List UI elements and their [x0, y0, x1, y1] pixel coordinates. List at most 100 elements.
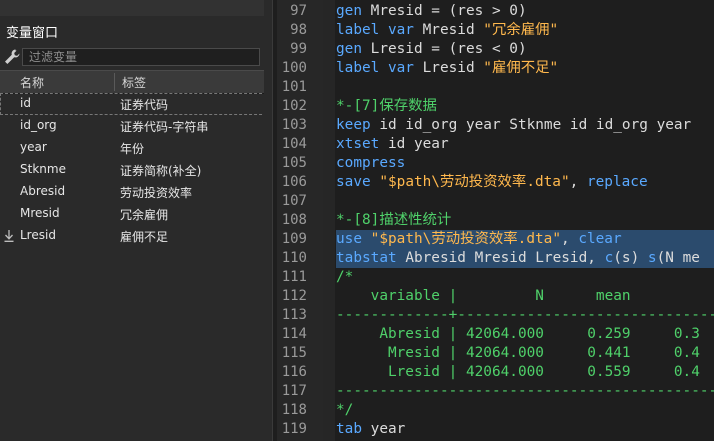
- code-line[interactable]: /*: [336, 268, 714, 287]
- variable-label: 证券代码-字符串: [120, 120, 209, 134]
- line-number: 115: [281, 345, 307, 361]
- code-token: "$path\劳动投资效率.dta": [370, 231, 561, 247]
- code-token: /*: [336, 269, 354, 285]
- code-line[interactable]: */: [336, 401, 714, 420]
- code-area[interactable]: gen Mresid = (res > 0) label var Mresid "…: [336, 0, 714, 441]
- code-line[interactable]: ----------------------------------------…: [336, 382, 714, 401]
- code-line[interactable]: -------------+--------------------------…: [336, 306, 714, 325]
- code-token: s: [647, 250, 657, 266]
- code-line[interactable]: use "$path\劳动投资效率.dta", clear: [336, 230, 714, 249]
- line-number: 118: [281, 402, 307, 418]
- code-line[interactable]: label var Mresid "冗余雇佣": [336, 21, 714, 40]
- code-token: Abresid Mresid Lresid,: [396, 250, 605, 266]
- code-line[interactable]: *-[7]保存数据: [336, 97, 714, 116]
- code-token: "冗余雇佣": [483, 22, 559, 38]
- variable-row[interactable]: Lresid 雇佣不足: [0, 225, 272, 247]
- variable-label: 劳动投资效率: [120, 186, 193, 200]
- code-token: keep: [336, 117, 371, 133]
- code-line[interactable]: gen Lresid = (res < 0): [336, 40, 714, 59]
- code-line[interactable]: *-[8]描述性统计: [336, 211, 714, 230]
- code-line[interactable]: gen Mresid = (res > 0): [336, 2, 714, 21]
- code-line[interactable]: Abresid | 42064.000 0.259 0.3: [336, 325, 714, 344]
- code-token: gen: [336, 3, 362, 19]
- code-token: label var: [336, 22, 414, 38]
- code-line[interactable]: save "$path\劳动投资效率.dta", replace: [336, 173, 714, 192]
- code-token: label var: [336, 60, 414, 76]
- code-line[interactable]: Lresid | 42064.000 0.559 0.4: [336, 363, 714, 382]
- code-line[interactable]: compress: [336, 154, 714, 173]
- line-number-gutter: 97 98 99 100 101 102 103 104 105 106 107 108 109 110 1…: [277, 0, 324, 441]
- code-token: Mresid: [413, 22, 484, 38]
- column-separator[interactable]: [114, 73, 115, 91]
- code-token: Lresid | 42064.000 0.559 0.4: [336, 364, 700, 380]
- code-token: ----------------------------------------…: [336, 383, 714, 399]
- variable-name: id: [20, 96, 31, 110]
- code-line[interactable]: [336, 192, 714, 211]
- code-token: Lresid: [413, 60, 484, 76]
- code-line[interactable]: variable | N mean: [336, 287, 714, 306]
- variable-row[interactable]: id 证券代码: [0, 93, 272, 115]
- wrench-icon[interactable]: [3, 48, 21, 66]
- line-number: 102: [281, 98, 307, 114]
- code-line[interactable]: tabstat Abresid Mresid Lresid, c(s) s(N …: [336, 249, 714, 268]
- code-line[interactable]: xtset id year: [336, 135, 714, 154]
- code-token: save: [336, 174, 371, 190]
- code-token: clear: [578, 231, 622, 247]
- panel-scrollbar[interactable]: [264, 0, 272, 441]
- code-token: (N me: [656, 250, 700, 266]
- variable-row[interactable]: Mresid 冗余雇佣: [0, 203, 272, 225]
- code-line[interactable]: Mresid | 42064.000 0.441 0.4: [336, 344, 714, 363]
- code-token: ,: [569, 174, 587, 190]
- code-token: Lresid = (res < 0): [362, 41, 527, 57]
- column-header-name[interactable]: 名称: [20, 74, 44, 91]
- fold-margin: [323, 0, 335, 441]
- code-token: compress: [336, 155, 406, 171]
- line-number: 119: [281, 421, 307, 437]
- filter-variables-input[interactable]: [22, 48, 260, 66]
- code-token: Abresid | 42064.000 0.259 0.3: [336, 326, 700, 342]
- do-file-editor[interactable]: 97 98 99 100 101 102 103 104 105 106 107 108 109 110 1…: [277, 0, 714, 441]
- variable-row[interactable]: Stknme 证券简称(补全): [0, 159, 272, 181]
- code-line[interactable]: [336, 78, 714, 97]
- line-number: 113: [281, 307, 307, 323]
- line-number: 99: [290, 41, 307, 57]
- code-token: gen: [336, 41, 362, 57]
- variable-row[interactable]: Abresid 劳动投资效率: [0, 181, 272, 203]
- code-line[interactable]: keep id id_org year Stknme id id_org yea…: [336, 116, 714, 135]
- variable-name: Lresid: [20, 228, 56, 242]
- line-number: 107: [281, 193, 307, 209]
- line-number: 100: [281, 60, 307, 76]
- code-token: year: [362, 421, 406, 437]
- variables-list: id 证券代码 id_org 证券代码-字符串 year 年份 Stknme 证…: [0, 93, 272, 247]
- variable-row[interactable]: year 年份: [0, 137, 272, 159]
- line-number: 97: [290, 3, 307, 19]
- code-token: -------------+--------------------------…: [336, 307, 714, 323]
- panel-top-strip: [0, 0, 272, 16]
- filter-row: [0, 44, 272, 70]
- column-header-label[interactable]: 标签: [122, 74, 146, 91]
- variable-label: 证券代码: [120, 98, 169, 112]
- line-number: 116: [281, 364, 307, 380]
- code-line[interactable]: tab year: [336, 420, 714, 439]
- line-number: 111: [281, 269, 307, 285]
- code-token: *-[7]保存数据: [336, 98, 437, 114]
- variable-row[interactable]: id_org 证券代码-字符串: [0, 115, 272, 137]
- variable-name: Mresid: [20, 206, 60, 220]
- code-token: use: [336, 231, 362, 247]
- line-number: 103: [281, 117, 307, 133]
- line-number: 108: [281, 212, 307, 228]
- code-token: replace: [586, 174, 648, 190]
- line-number: 109: [281, 231, 307, 247]
- code-token: "$path\劳动投资效率.dta": [379, 174, 570, 190]
- variable-label: 雇佣不足: [120, 230, 169, 244]
- code-line[interactable]: label var Lresid "雇佣不足": [336, 59, 714, 78]
- code-token: tab: [336, 421, 362, 437]
- line-number: 114: [281, 326, 307, 342]
- variables-table-header: 名称 标签: [0, 70, 272, 94]
- line-number: 117: [281, 383, 307, 399]
- code-token: tabstat: [336, 250, 397, 266]
- line-number: 101: [281, 79, 307, 95]
- variable-name: Stknme: [20, 162, 66, 176]
- variable-label: 冗余雇佣: [120, 208, 169, 222]
- line-number: 98: [290, 22, 307, 38]
